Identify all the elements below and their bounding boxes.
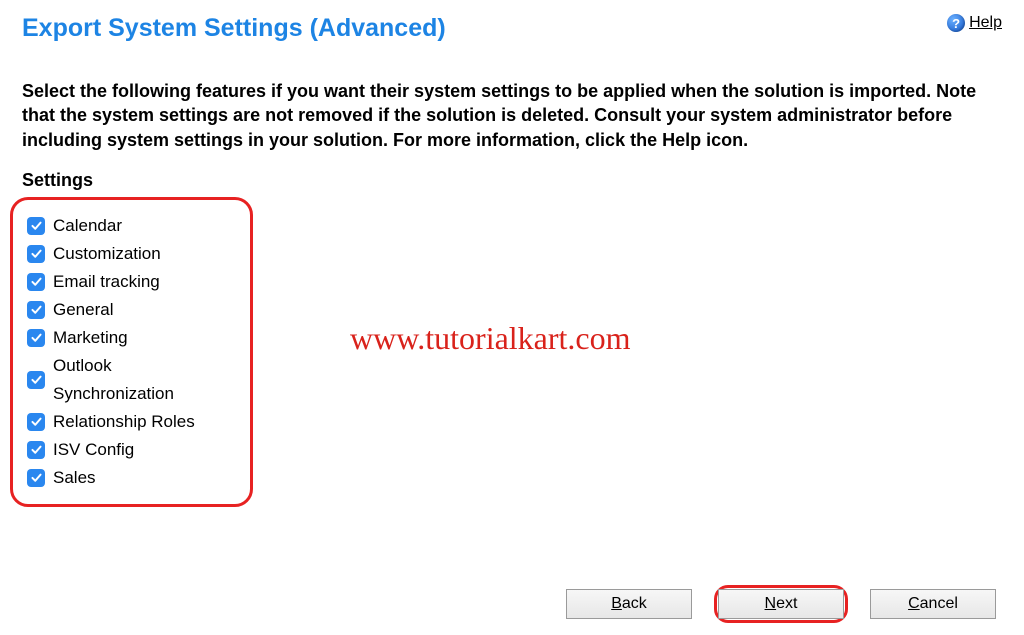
next-button[interactable]: Next [718, 589, 844, 619]
settings-item: ISV Config [27, 436, 236, 464]
settings-item: Relationship Roles [27, 408, 236, 436]
watermark-text: www.tutorialkart.com [350, 320, 631, 357]
settings-item-label: Email tracking [53, 268, 160, 296]
settings-list-highlight: CalendarCustomizationEmail trackingGener… [10, 197, 253, 507]
page-title: Export System Settings (Advanced) [22, 14, 446, 43]
settings-item: General [27, 296, 236, 324]
settings-heading: Settings [0, 152, 1024, 191]
settings-item: Email tracking [27, 268, 236, 296]
checkbox[interactable] [27, 245, 45, 263]
settings-item-label: Marketing [53, 324, 128, 352]
checkbox[interactable] [27, 217, 45, 235]
settings-item: Customization [27, 240, 236, 268]
checkbox[interactable] [27, 413, 45, 431]
checkbox[interactable] [27, 273, 45, 291]
next-button-highlight: Next [714, 585, 848, 623]
checkbox[interactable] [27, 469, 45, 487]
settings-item: Calendar [27, 212, 236, 240]
button-bar: Back Next Cancel [562, 585, 1000, 623]
checkbox[interactable] [27, 301, 45, 319]
settings-item-label: General [53, 296, 113, 324]
help-link[interactable]: ? Help [947, 14, 1002, 32]
settings-item: Outlook Synchronization [27, 352, 236, 408]
settings-item-label: Relationship Roles [53, 408, 195, 436]
checkbox[interactable] [27, 329, 45, 347]
settings-item-label: Outlook Synchronization [53, 352, 236, 408]
settings-item-label: Calendar [53, 212, 122, 240]
checkbox[interactable] [27, 371, 45, 389]
page-description: Select the following features if you wan… [0, 43, 1024, 152]
settings-item-label: Customization [53, 240, 161, 268]
help-icon: ? [947, 14, 965, 32]
help-label: Help [969, 14, 1002, 32]
settings-item: Sales [27, 464, 236, 492]
checkbox[interactable] [27, 441, 45, 459]
settings-item: Marketing [27, 324, 236, 352]
cancel-button[interactable]: Cancel [870, 589, 996, 619]
settings-item-label: ISV Config [53, 436, 134, 464]
back-button[interactable]: Back [566, 589, 692, 619]
settings-item-label: Sales [53, 464, 96, 492]
